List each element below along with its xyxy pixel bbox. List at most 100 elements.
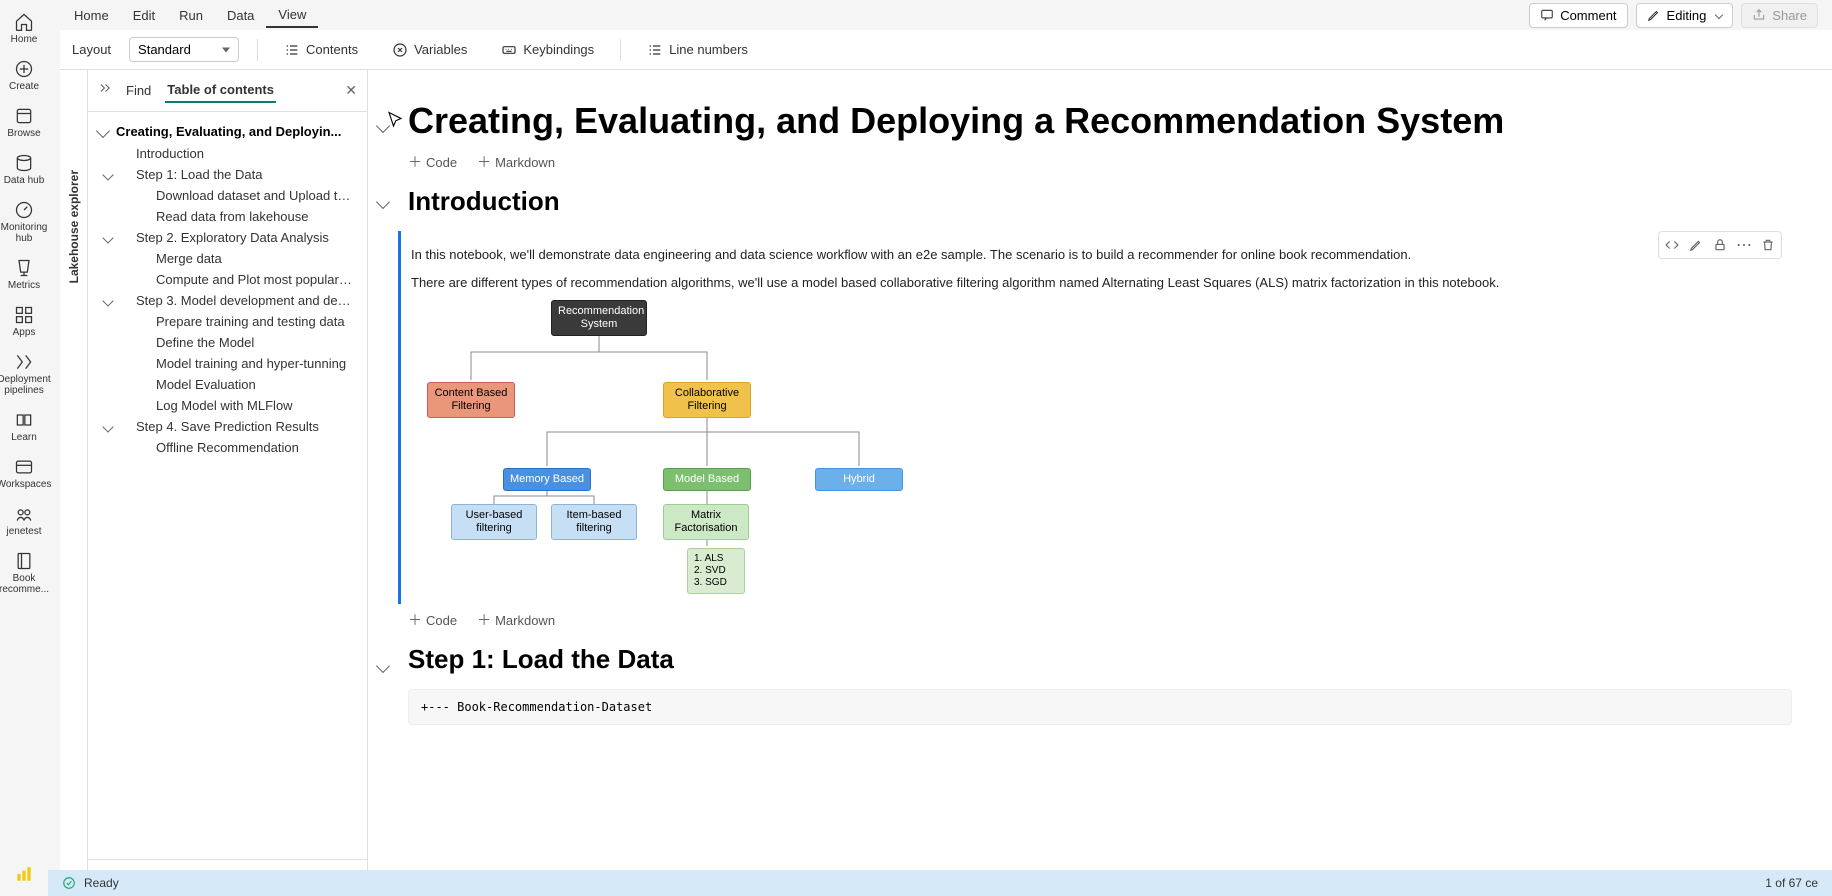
rail-powerbi[interactable]	[0, 858, 48, 890]
toc-body: Creating, Evaluating, and Deployin... In…	[88, 112, 367, 859]
toc-close-icon[interactable]: ✕	[345, 82, 357, 99]
toc-find-tab[interactable]: Find	[124, 79, 153, 102]
rail-workspace-jenetest[interactable]: jenetest	[0, 498, 48, 543]
status-cell-count: 1 of 67 ce	[1765, 876, 1818, 890]
rail-metrics[interactable]: Metrics	[0, 252, 48, 297]
menu-edit[interactable]: Edit	[121, 4, 167, 27]
intro-p1: In this notebook, we'll demonstrate data…	[411, 245, 1792, 265]
toc-item[interactable]: Offline Recommendation	[92, 437, 363, 458]
status-ready: Ready	[84, 876, 119, 890]
diagram-model: Model Based	[663, 468, 751, 491]
share-button[interactable]: Share	[1741, 3, 1818, 28]
toc-root[interactable]: Creating, Evaluating, and Deployin...	[92, 120, 363, 143]
rail-monitoring[interactable]: Monitoring hub	[0, 194, 48, 250]
toc-item[interactable]: Compute and Plot most popular items	[92, 269, 363, 290]
rail-notebook-book[interactable]: Book recomme...	[0, 545, 48, 601]
add-cell-row: ＋Code ＋Markdown	[408, 152, 1792, 172]
rail-home[interactable]: Home	[0, 6, 48, 51]
diagram-hybrid: Hybrid	[815, 468, 903, 491]
comment-button[interactable]: Comment	[1529, 3, 1627, 28]
cell-collapse-icon[interactable]	[378, 658, 388, 676]
step1-heading: Step 1: Load the Data	[408, 644, 1792, 675]
chevron-down-icon	[96, 124, 110, 138]
cell-lock-icon[interactable]	[1709, 234, 1731, 256]
diagram-cf: Collaborative Filtering	[663, 382, 751, 418]
toc-item[interactable]: Log Model with MLFlow	[92, 395, 363, 416]
notebook-content[interactable]: Creating, Evaluating, and Deploying a Re…	[368, 70, 1832, 896]
chevron-down-icon	[102, 295, 113, 306]
keybindings-button[interactable]: Keybindings	[493, 38, 602, 62]
diagram-user: User-based filtering	[451, 504, 537, 540]
toc-item[interactable]: Model training and hyper-tunning	[92, 353, 363, 374]
intro-heading: Introduction	[408, 186, 1792, 217]
add-cell-row: ＋Code ＋Markdown	[408, 610, 1792, 630]
rail-browse[interactable]: Browse	[0, 100, 48, 145]
cell-collapse-icon[interactable]	[378, 194, 388, 212]
toc-contents-tab[interactable]: Table of contents	[165, 78, 276, 103]
plus-icon: ＋	[477, 152, 491, 172]
lakehouse-explorer-tab[interactable]: Lakehouse explorer	[60, 70, 88, 896]
layout-select[interactable]: Standard	[129, 37, 239, 62]
add-code-button[interactable]: ＋Code	[408, 610, 457, 630]
rail-apps[interactable]: Apps	[0, 299, 48, 344]
toc-item[interactable]: Read data from lakehouse	[92, 206, 363, 227]
diagram-item: Item-based filtering	[551, 504, 637, 540]
variables-button[interactable]: Variables	[384, 38, 475, 62]
status-bar: Ready 1 of 67 ce	[48, 870, 1832, 896]
toc-item[interactable]: Download dataset and Upload to lakeh...	[92, 185, 363, 206]
diagram-root: Recommendation System	[551, 300, 647, 336]
menu-bar: Home Edit Run Data View Comment Editing …	[48, 0, 1832, 30]
code-cell[interactable]: +--- Book-Recommendation-Dataset	[408, 689, 1792, 725]
cell-edit-icon[interactable]	[1685, 234, 1707, 256]
rail-deployment[interactable]: Deployment pipelines	[0, 346, 48, 402]
toc-collapse-icon[interactable]	[98, 81, 112, 100]
rail-create[interactable]: Create	[0, 53, 48, 98]
intro-cell[interactable]: ⋯ In this notebook, we'll demonstrate da…	[398, 231, 1792, 604]
toc-item[interactable]: Model Evaluation	[92, 374, 363, 395]
toc-item[interactable]: Merge data	[92, 248, 363, 269]
diagram-memory: Memory Based	[503, 468, 591, 491]
toc-item[interactable]: Step 1: Load the Data	[92, 164, 363, 185]
menu-home[interactable]: Home	[62, 4, 121, 27]
cell-code-icon[interactable]	[1661, 234, 1683, 256]
cell-more-icon[interactable]: ⋯	[1733, 234, 1755, 256]
layout-label: Layout	[72, 42, 111, 57]
view-ribbon: Layout Standard Contents Variables Keybi…	[60, 30, 1832, 70]
notebook-title: Creating, Evaluating, and Deploying a Re…	[408, 100, 1792, 142]
rail-learn[interactable]: Learn	[0, 404, 48, 449]
chevron-down-icon	[1715, 11, 1723, 19]
menu-view[interactable]: View	[266, 3, 318, 28]
diagram-matrix: Matrix Factorisation	[663, 504, 749, 540]
toc-item[interactable]: Prepare training and testing data	[92, 311, 363, 332]
cell-toolbar: ⋯	[1658, 231, 1782, 259]
menu-data[interactable]: Data	[215, 4, 266, 27]
recommendation-diagram: Recommendation System Content Based Filt…	[411, 300, 1792, 590]
rail-workspaces[interactable]: Workspaces	[0, 451, 48, 496]
cell-delete-icon[interactable]	[1757, 234, 1779, 256]
plus-icon: ＋	[477, 610, 491, 630]
toc-item[interactable]: Step 4. Save Prediction Results	[92, 416, 363, 437]
main-container: Lakehouse explorer Find Table of content…	[60, 70, 1832, 896]
toc-item[interactable]: Define the Model	[92, 332, 363, 353]
add-code-button[interactable]: ＋Code	[408, 152, 457, 172]
diagram-cbf: Content Based Filtering	[427, 382, 515, 418]
rail-datahub[interactable]: Data hub	[0, 147, 48, 192]
toc-item[interactable]: Step 2. Exploratory Data Analysis	[92, 227, 363, 248]
chevron-down-icon	[102, 421, 113, 432]
editing-button[interactable]: Editing	[1636, 3, 1734, 28]
plus-icon: ＋	[408, 610, 422, 630]
intro-p2: There are different types of recommendat…	[411, 273, 1792, 293]
menu-run[interactable]: Run	[167, 4, 215, 27]
linenumbers-button[interactable]: Line numbers	[639, 38, 756, 62]
diagram-algs: 1. ALS 2. SVD 3. SGD	[687, 548, 745, 594]
toc-item[interactable]: Introduction	[92, 143, 363, 164]
contents-button[interactable]: Contents	[276, 38, 366, 62]
status-ok-icon	[62, 876, 76, 890]
add-markdown-button[interactable]: ＋Markdown	[477, 152, 555, 172]
add-markdown-button[interactable]: ＋Markdown	[477, 610, 555, 630]
toc-panel: Find Table of contents ✕ Creating, Evalu…	[88, 70, 368, 896]
chevron-down-icon	[102, 232, 113, 243]
left-nav-rail: Home Create Browse Data hub Monitoring h…	[0, 0, 48, 896]
toc-item[interactable]: Step 3. Model development and deploy	[92, 290, 363, 311]
cursor-icon	[386, 108, 404, 132]
